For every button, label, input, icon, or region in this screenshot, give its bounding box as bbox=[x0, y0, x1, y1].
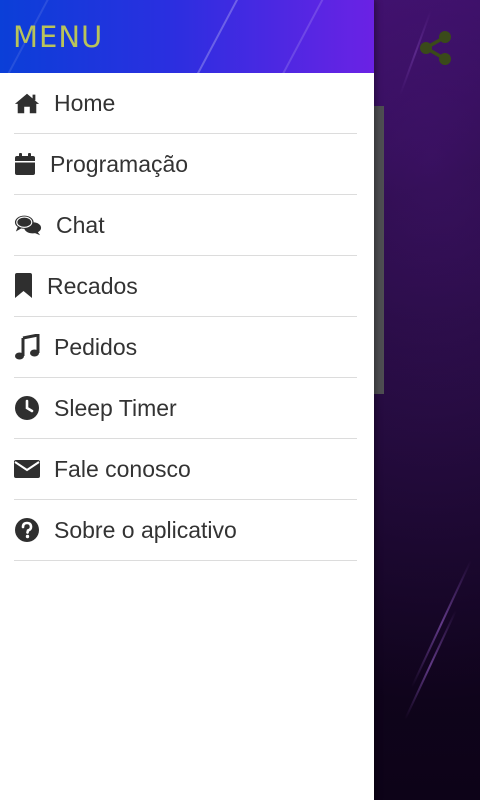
share-button[interactable] bbox=[416, 28, 456, 68]
drawer-title: MENU bbox=[13, 20, 104, 54]
menu-item-label: Sobre o aplicativo bbox=[54, 516, 237, 543]
menu-item-label: Home bbox=[54, 89, 116, 116]
menu-item-label: Programação bbox=[50, 150, 189, 177]
calendar-icon bbox=[14, 151, 36, 177]
menu-item-fale-conosco[interactable]: Fale conosco bbox=[14, 439, 357, 500]
music-note-icon bbox=[14, 334, 40, 360]
menu-item-recados[interactable]: Recados bbox=[14, 256, 357, 317]
menu-item-label: Fale conosco bbox=[54, 455, 191, 482]
scrollbar[interactable] bbox=[374, 106, 384, 394]
background-streak bbox=[410, 560, 472, 688]
home-icon bbox=[14, 90, 40, 116]
navigation-drawer: MENU Home Programação Chat Recados Pedid… bbox=[0, 0, 374, 800]
bookmark-icon bbox=[14, 273, 33, 299]
clock-icon bbox=[14, 395, 40, 421]
menu-item-label: Chat bbox=[56, 211, 105, 238]
question-circle-icon bbox=[14, 517, 40, 543]
menu-item-programacao[interactable]: Programação bbox=[14, 134, 357, 195]
menu-item-sleep-timer[interactable]: Sleep Timer bbox=[14, 378, 357, 439]
chat-icon bbox=[14, 212, 42, 238]
header-streak bbox=[271, 0, 331, 73]
drawer-header: MENU bbox=[0, 0, 374, 73]
header-streak bbox=[191, 0, 251, 73]
menu-item-label: Recados bbox=[47, 272, 138, 299]
envelope-icon bbox=[14, 456, 40, 482]
menu-item-chat[interactable]: Chat bbox=[14, 195, 357, 256]
menu-item-label: Sleep Timer bbox=[54, 394, 177, 421]
menu-item-label: Pedidos bbox=[54, 333, 138, 360]
menu-item-sobre[interactable]: Sobre o aplicativo bbox=[14, 500, 357, 561]
menu-item-home[interactable]: Home bbox=[14, 73, 357, 134]
menu-item-pedidos[interactable]: Pedidos bbox=[14, 317, 357, 378]
app-screen: MENU Home Programação Chat Recados Pedid… bbox=[0, 0, 480, 800]
background-streak bbox=[404, 610, 457, 720]
share-icon bbox=[420, 31, 451, 65]
menu-list: Home Programação Chat Recados Pedidos Sl… bbox=[0, 73, 374, 561]
